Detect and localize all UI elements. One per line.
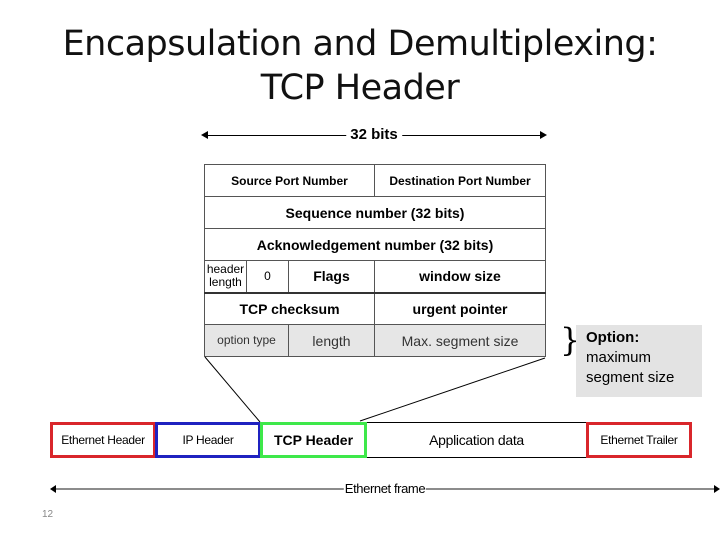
arrow-left-icon <box>50 485 56 493</box>
connector-left <box>204 356 261 423</box>
option-callout: Option: maximum segment size <box>576 325 702 397</box>
bits-width-label: 32 bits <box>346 126 402 143</box>
arrow-right-icon <box>714 485 720 493</box>
field-max-segment-size: Max. segment size <box>374 324 546 357</box>
table-row: Sequence number (32 bits) <box>204 196 546 229</box>
field-reserved: 0 <box>246 260 289 293</box>
slide-title-line-1: Encapsulation and Demultiplexing: <box>62 24 658 64</box>
frame-ip-header: IP Header <box>155 422 261 458</box>
callout-line-1: maximum <box>586 349 652 366</box>
field-destination-port: Destination Port Number <box>374 164 546 197</box>
connector-right <box>359 357 546 422</box>
field-ack-number: Acknowledgement number (32 bits) <box>204 228 546 261</box>
field-header-length: header length <box>204 260 247 293</box>
ethernet-frame-label: Ethernet frame <box>343 481 427 496</box>
field-option-type: option type <box>204 324 289 357</box>
frame-tcp-header: TCP Header <box>260 422 367 458</box>
field-urgent-pointer: urgent pointer <box>374 291 546 325</box>
table-row: Acknowledgement number (32 bits) <box>204 228 546 261</box>
arrow-right-icon <box>540 131 547 139</box>
ethernet-frame-span-arrow: Ethernet frame <box>50 481 720 497</box>
tcp-header-table: Source Port Number Destination Port Numb… <box>204 164 546 357</box>
callout-line-2: segment size <box>586 369 675 386</box>
table-row: header length 0 Flags window size <box>204 260 546 293</box>
frame-ethernet-header: Ethernet Header <box>50 422 156 458</box>
table-row: Source Port Number Destination Port Numb… <box>204 164 546 197</box>
field-tcp-checksum: TCP checksum <box>204 291 375 325</box>
bits-width-arrow: 32 bits <box>201 126 547 144</box>
table-row: option type length Max. segment size <box>204 324 546 357</box>
slide-title-line-2: TCP Header <box>260 68 460 108</box>
field-window-size: window size <box>374 260 546 293</box>
arrow-left-icon <box>201 131 208 139</box>
frame-ethernet-trailer: Ethernet Trailer <box>586 422 692 458</box>
table-row: TCP checksum urgent pointer <box>204 291 546 325</box>
field-option-length: length <box>288 324 375 357</box>
field-source-port: Source Port Number <box>204 164 375 197</box>
slide-number: 12 <box>42 509 54 520</box>
frame-application-data: Application data <box>366 422 587 458</box>
field-flags: Flags <box>288 260 375 293</box>
slide-title: Encapsulation and Demultiplexing: TCP He… <box>0 22 720 110</box>
callout-heading: Option: <box>586 329 640 346</box>
field-sequence-number: Sequence number (32 bits) <box>204 196 546 229</box>
